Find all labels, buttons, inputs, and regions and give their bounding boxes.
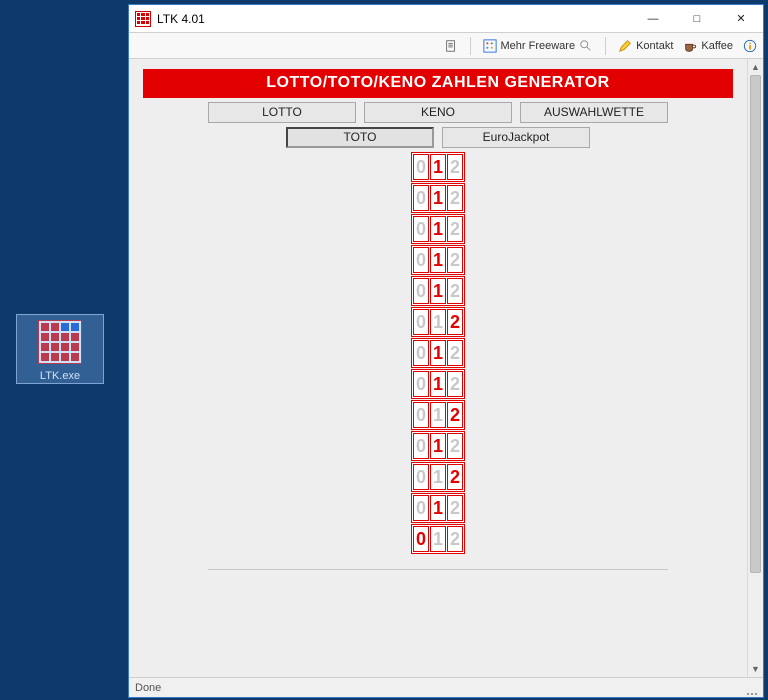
toto-cell-1[interactable]: 1: [430, 526, 446, 552]
toto-row: 012: [411, 152, 465, 182]
toto-cell-2[interactable]: 2: [447, 185, 463, 211]
toto-cell-0[interactable]: 0: [413, 216, 429, 242]
toolbar: Mehr Freeware Kontakt Kaffee: [129, 33, 763, 59]
tab-toto[interactable]: TOTO: [286, 127, 434, 148]
close-button[interactable]: ✕: [719, 5, 763, 32]
toto-row: 012: [411, 493, 465, 523]
toto-cell-0[interactable]: 0: [413, 495, 429, 521]
toto-cell-1[interactable]: 1: [430, 278, 446, 304]
toto-cell-2[interactable]: 2: [447, 464, 463, 490]
toto-cell-1[interactable]: 1: [430, 371, 446, 397]
window-title: LTK 4.01: [157, 12, 205, 26]
toto-cell-2[interactable]: 2: [447, 402, 463, 428]
toto-row: 012: [411, 369, 465, 399]
statusbar: Done: [129, 677, 763, 697]
toolbar-freeware-label: Mehr Freeware: [501, 40, 576, 52]
app-banner: LOTTO/TOTO/KENO ZAHLEN GENERATOR: [143, 69, 733, 98]
toto-row: 012: [411, 431, 465, 461]
toto-cell-0[interactable]: 0: [413, 526, 429, 552]
maximize-button[interactable]: □: [675, 5, 719, 32]
scroll-thumb[interactable]: [750, 75, 761, 573]
scroll-up-arrow[interactable]: ▲: [748, 59, 763, 75]
tab-lotto[interactable]: LOTTO: [208, 102, 356, 123]
titlebar[interactable]: LTK 4.01 — □ ✕: [129, 5, 763, 33]
toto-cell-2[interactable]: 2: [447, 433, 463, 459]
app-window: LTK 4.01 — □ ✕ Mehr Freeware Kontakt Kaf…: [128, 4, 764, 698]
toto-cell-0[interactable]: 0: [413, 340, 429, 366]
toto-row: 012: [411, 245, 465, 275]
toto-cell-2[interactable]: 2: [447, 371, 463, 397]
toolbar-info[interactable]: [743, 39, 757, 53]
toto-cell-1[interactable]: 1: [430, 185, 446, 211]
toto-cell-1[interactable]: 1: [430, 464, 446, 490]
toto-row: 012: [411, 214, 465, 244]
toto-cell-1[interactable]: 1: [430, 402, 446, 428]
vertical-scrollbar[interactable]: ▲ ▼: [747, 59, 763, 677]
tab-auswahlwette[interactable]: AUSWAHLWETTE: [520, 102, 668, 123]
toolbar-kaffee-label: Kaffee: [701, 40, 733, 52]
divider: [208, 569, 668, 570]
toto-cell-2[interactable]: 2: [447, 526, 463, 552]
toto-cell-0[interactable]: 0: [413, 371, 429, 397]
toto-cell-0[interactable]: 0: [413, 433, 429, 459]
scroll-track[interactable]: [748, 75, 763, 661]
toto-cell-0[interactable]: 0: [413, 402, 429, 428]
minimize-button[interactable]: —: [631, 5, 675, 32]
toto-grid: 012012012012012012012012012012012012012: [143, 152, 733, 555]
toto-cell-0[interactable]: 0: [413, 247, 429, 273]
tab-eurojackpot[interactable]: EuroJackpot: [442, 127, 590, 148]
toto-cell-1[interactable]: 1: [430, 433, 446, 459]
pencil-icon: [618, 39, 632, 53]
toto-row: 012: [411, 524, 465, 554]
toto-cell-1[interactable]: 1: [430, 247, 446, 273]
toto-row: 012: [411, 307, 465, 337]
toto-cell-2[interactable]: 2: [447, 247, 463, 273]
info-icon: [743, 39, 757, 53]
tab-keno[interactable]: KENO: [364, 102, 512, 123]
coffee-icon: [683, 39, 697, 53]
toto-cell-1[interactable]: 1: [430, 309, 446, 335]
toolbar-kaffee[interactable]: Kaffee: [683, 39, 733, 53]
toto-cell-2[interactable]: 2: [447, 495, 463, 521]
toto-cell-1[interactable]: 1: [430, 216, 446, 242]
resize-grip[interactable]: [747, 678, 757, 697]
toto-row: 012: [411, 338, 465, 368]
toto-row: 012: [411, 183, 465, 213]
status-text: Done: [135, 682, 161, 694]
toto-row: 012: [411, 400, 465, 430]
toto-row: 012: [411, 276, 465, 306]
toto-cell-1[interactable]: 1: [430, 495, 446, 521]
toto-cell-0[interactable]: 0: [413, 278, 429, 304]
toolbar-freeware[interactable]: Mehr Freeware: [483, 39, 594, 53]
toto-cell-0[interactable]: 0: [413, 309, 429, 335]
toto-cell-0[interactable]: 0: [413, 464, 429, 490]
desktop-icon-ltk[interactable]: LTK.exe: [20, 316, 100, 382]
toto-cell-2[interactable]: 2: [447, 278, 463, 304]
toolbar-kontakt[interactable]: Kontakt: [618, 39, 673, 53]
toto-cell-0[interactable]: 0: [413, 154, 429, 180]
toolbar-kontakt-label: Kontakt: [636, 40, 673, 52]
scroll-down-arrow[interactable]: ▼: [748, 661, 763, 677]
toto-cell-2[interactable]: 2: [447, 154, 463, 180]
toto-cell-2[interactable]: 2: [447, 216, 463, 242]
app-icon: [135, 11, 151, 27]
toolbar-doc-icon[interactable]: [444, 39, 458, 53]
toto-cell-2[interactable]: 2: [447, 340, 463, 366]
search-icon: [579, 39, 593, 53]
toto-cell-1[interactable]: 1: [430, 340, 446, 366]
toto-row: 012: [411, 462, 465, 492]
toto-cell-2[interactable]: 2: [447, 309, 463, 335]
content-area: LOTTO/TOTO/KENO ZAHLEN GENERATOR LOTTO K…: [129, 59, 747, 677]
toto-cell-1[interactable]: 1: [430, 154, 446, 180]
toto-cell-0[interactable]: 0: [413, 185, 429, 211]
